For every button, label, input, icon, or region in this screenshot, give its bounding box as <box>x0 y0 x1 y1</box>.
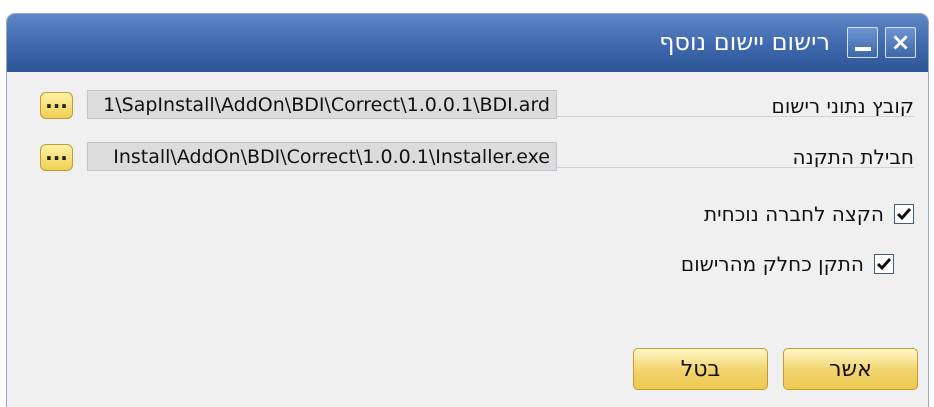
registration-data-file-field[interactable] <box>87 90 557 119</box>
installer-package-label: חבילת התקנה <box>792 145 914 169</box>
installer-package-browse-button[interactable]: ... <box>40 141 73 171</box>
assign-current-company-checkbox[interactable] <box>894 204 914 224</box>
install-part-registration-checkbox[interactable] <box>874 254 894 274</box>
installer-package-input[interactable] <box>88 143 556 170</box>
dialog-window: רישום יישום נוסף × קובץ נתוני רישום ... … <box>0 0 934 407</box>
ellipsis-icon: ... <box>45 141 68 165</box>
minimize-icon <box>855 47 871 51</box>
registration-data-file-label: קובץ נתוני רישום <box>771 94 914 118</box>
close-icon: × <box>890 28 911 56</box>
title-bar[interactable]: רישום יישום נוסף × <box>7 14 928 72</box>
close-button[interactable]: × <box>885 27 916 58</box>
checkmark-icon <box>896 208 912 221</box>
registration-data-file-divider <box>557 116 914 117</box>
ellipsis-icon: ... <box>45 89 68 113</box>
dialog-frame: רישום יישום נוסף × קובץ נתוני רישום ... … <box>7 14 928 407</box>
checkmark-icon <box>876 258 892 271</box>
installer-package-field[interactable] <box>87 142 557 171</box>
registration-data-file-browse-button[interactable]: ... <box>40 89 73 119</box>
assign-current-company-option[interactable]: הקצה לחברה נוכחית <box>704 200 914 228</box>
minimize-button[interactable] <box>847 27 878 58</box>
registration-data-file-input[interactable] <box>88 91 556 118</box>
assign-current-company-label: הקצה לחברה נוכחית <box>704 202 884 226</box>
installer-package-divider <box>557 167 914 168</box>
install-part-registration-option[interactable]: התקן כחלק מהרישום <box>681 250 894 278</box>
window-title: רישום יישום נוסף <box>659 28 830 56</box>
ok-button[interactable]: אשר <box>783 348 918 390</box>
install-part-registration-label: התקן כחלק מהרישום <box>680 252 864 276</box>
cancel-button[interactable]: בטל <box>633 348 768 390</box>
